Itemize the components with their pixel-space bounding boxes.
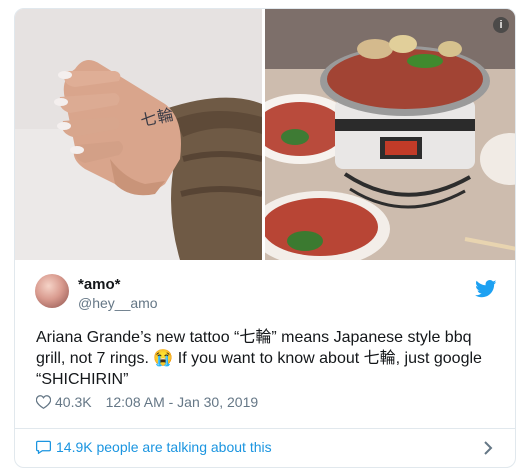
conversation-link[interactable]: 14.9K people are talking about this — [36, 439, 272, 455]
like-count[interactable]: 40.3K — [55, 394, 92, 410]
tweet-meta: 40.3K 12:08 AM - Jan 30, 2019 — [36, 394, 258, 410]
twitter-bird-icon[interactable] — [475, 280, 497, 298]
tweet-text: Ariana Grande’s new tattoo “七輪” means Ja… — [36, 329, 482, 388]
tweet-header: *amo* @hey__amo — [15, 269, 515, 319]
tweet-media[interactable]: 七輪 i — [15, 9, 515, 260]
grill-illustration — [265, 9, 515, 260]
heart-icon[interactable] — [36, 395, 51, 409]
tweet-timestamp[interactable]: 12:08 AM - Jan 30, 2019 — [106, 394, 259, 410]
author-name[interactable]: *amo* — [78, 276, 121, 293]
tweet-card[interactable]: 七輪 i *amo* @hey__amo Ariana Grande’s new… — [14, 8, 516, 468]
hand-illustration — [15, 9, 262, 260]
photo-hand-tattoo[interactable]: 七輪 — [15, 9, 262, 260]
author-handle[interactable]: @hey__amo — [78, 295, 158, 311]
conversation-count-text[interactable]: 14.9K people are talking about this — [56, 439, 272, 455]
speech-bubble-icon — [36, 440, 51, 454]
photo-shichirin-grill[interactable]: i — [265, 9, 515, 260]
tweet-footer[interactable]: 14.9K people are talking about this — [15, 429, 515, 467]
info-icon[interactable]: i — [493, 17, 509, 33]
avatar[interactable] — [35, 274, 69, 308]
chevron-right-icon[interactable] — [483, 440, 493, 456]
